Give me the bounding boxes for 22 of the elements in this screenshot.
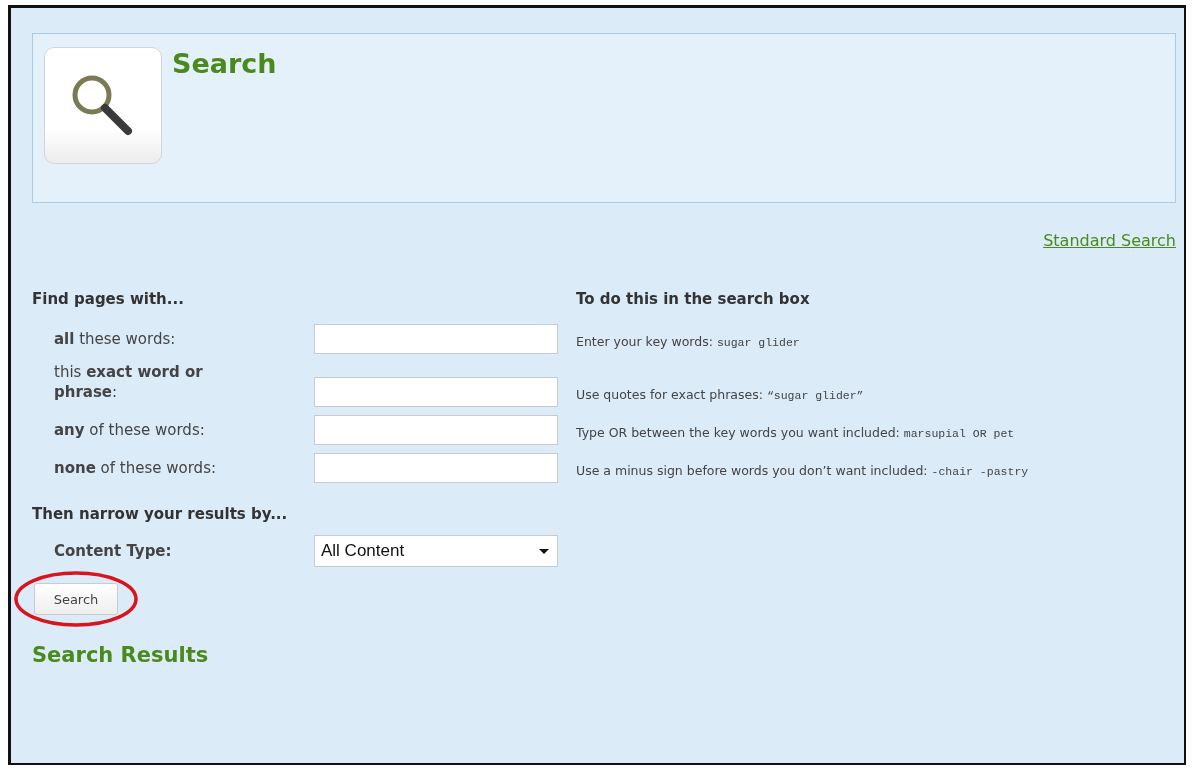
search-button[interactable]: Search: [34, 583, 118, 615]
field-label: Content Type:: [53, 542, 173, 560]
content-type-dropdown[interactable]: All Content: [314, 535, 558, 567]
hint-text: Use quotes for exact phrases: “sugar glider”: [576, 386, 865, 404]
input-field[interactable]: [314, 453, 558, 483]
input-field[interactable]: [314, 377, 558, 407]
caret-icon: [539, 548, 549, 554]
section-heading: Then narrow your results by...: [32, 505, 289, 523]
input-field[interactable]: [314, 415, 558, 445]
input-field[interactable]: [314, 324, 558, 354]
hint-text: Enter your key words: sugar glider: [576, 333, 801, 351]
field-label: this exact word or phrase:: [53, 362, 204, 403]
section-heading: Find pages with...: [32, 290, 185, 308]
results-heading: Search Results: [32, 643, 210, 667]
field-label: all these words:: [53, 329, 177, 350]
page-title: Search: [172, 49, 277, 81]
field-label: none of these words:: [53, 458, 217, 479]
hint-text: Use a minus sign before words you don’t want included: -chair -pastry: [576, 462, 1030, 480]
field-label: any of these words:: [53, 420, 206, 441]
standard-search-link[interactable]: Standard Search: [1043, 231, 1176, 250]
hint-text: Type OR between the key words you want included: marsupial OR pet: [576, 424, 1016, 442]
hint-heading: To do this in the search box: [576, 290, 811, 308]
